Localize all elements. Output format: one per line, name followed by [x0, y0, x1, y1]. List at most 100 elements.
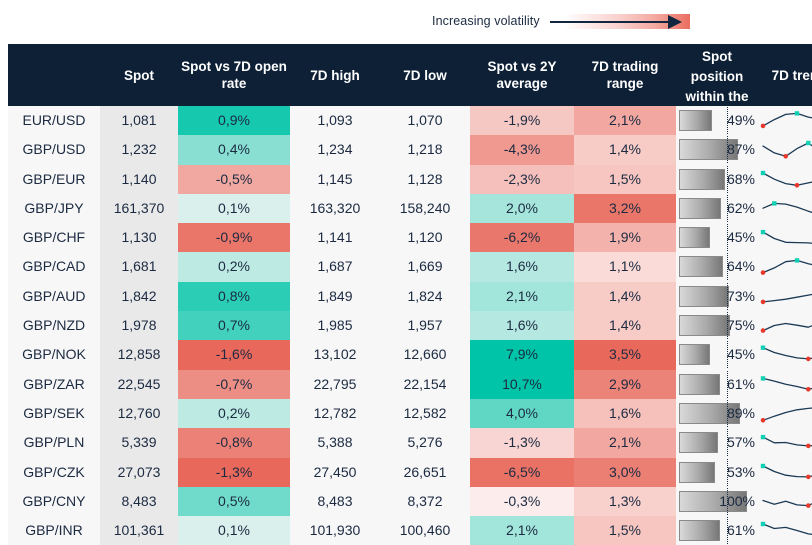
cell-spot-vs-7d-open: 0,1%	[178, 516, 290, 545]
cell-7d-high: 27,450	[290, 457, 380, 487]
cell-spot-vs-7d-open: 0,2%	[178, 252, 290, 282]
position-value: 53%	[726, 463, 755, 480]
cell-7d-trend	[758, 398, 812, 429]
cell-spot-vs-2y-average: 2,0%	[470, 193, 574, 224]
cell-7d-high: 1,849	[290, 281, 380, 312]
cell-spot-vs-7d-open: -1,3%	[178, 457, 290, 487]
table-row[interactable]: GBP/NZD 1,978 0,7% 1,985 1,957 1,6% 1,4% 75%	[8, 311, 812, 341]
col-header-spot-position[interactable]: Spot position within the	[676, 44, 758, 106]
table-row[interactable]: GBP/NOK 12,858 -1,6% 13,102 12,660 7,9% 3,5% 45…	[8, 340, 812, 370]
cell-spot: 5,339	[100, 428, 178, 458]
table-row[interactable]: GBP/AUD 1,842 0,8% 1,849 1,824 2,1% 1,4% 73%	[8, 281, 812, 312]
position-value: 73%	[726, 287, 755, 304]
cell-spot: 12,760	[100, 398, 178, 429]
cell-spot: 27,073	[100, 457, 178, 487]
cell-spot: 1,130	[100, 223, 178, 253]
sparkline-icon	[762, 499, 812, 508]
cell-spot: 1,681	[100, 252, 178, 282]
col-header-spot[interactable]: Spot	[100, 44, 178, 106]
cell-currency-pair: GBP/JPY	[8, 193, 100, 224]
cell-spot-vs-2y-average: 10,7%	[470, 369, 574, 399]
cell-currency-pair: GBP/CAD	[8, 252, 100, 282]
cell-7d-trading-range: 1,9%	[574, 223, 676, 253]
cell-7d-low: 158,240	[380, 193, 470, 224]
cell-7d-low: 1,070	[380, 106, 470, 136]
position-value: 75%	[726, 317, 755, 334]
table-row[interactable]: GBP/CZK 27,073 -1,3% 27,450 26,651 -6,5% 3,0% 5…	[8, 457, 812, 487]
table-row[interactable]: GBP/USD 1,232 0,4% 1,234 1,218 -4,3% 1,4% 87%	[8, 135, 812, 165]
position-bar	[679, 285, 729, 307]
cell-7d-trend	[758, 164, 812, 194]
cell-7d-high: 1,985	[290, 311, 380, 341]
col-header-7d-high[interactable]: 7D high	[290, 44, 380, 106]
cell-spot-vs-2y-average: 4,0%	[470, 398, 574, 429]
position-bar	[679, 110, 713, 131]
sparkline-icon	[760, 111, 812, 129]
fx-rates-table: Spot Spot vs 7D open rate 7D high 7D low…	[8, 44, 812, 545]
cell-7d-high: 163,320	[290, 193, 380, 224]
position-value: 62%	[726, 199, 755, 216]
cell-spot-vs-7d-open: 0,7%	[178, 311, 290, 341]
cell-spot-vs-2y-average: -6,5%	[470, 457, 574, 487]
sparkline-icon	[760, 345, 812, 362]
cell-spot-position: 61%	[676, 516, 758, 545]
cell-currency-pair: GBP/PLN	[8, 428, 100, 458]
cell-spot-position: 75%	[676, 311, 758, 341]
cell-7d-trading-range: 1,4%	[574, 311, 676, 341]
col-header-spot-vs-7d-open[interactable]: Spot vs 7D open rate	[178, 44, 290, 106]
position-value: 45%	[726, 346, 755, 363]
cell-7d-high: 12,782	[290, 398, 380, 429]
cell-spot: 1,081	[100, 106, 178, 136]
table-row[interactable]: GBP/JPY 161,370 0,1% 163,320 158,240 2,0% 3,2%…	[8, 193, 812, 224]
sparkline-icon	[760, 407, 812, 423]
cell-spot-position: 87%	[676, 135, 758, 165]
table-row[interactable]: GBP/CHF 1,130 -0,9% 1,141 1,120 -6,2% 1,9% 45%	[8, 223, 812, 253]
cell-spot: 1,978	[100, 311, 178, 341]
table-row[interactable]: GBP/SEK 12,760 0,2% 12,782 12,582 4,0% 1,6% 89%	[8, 398, 812, 429]
table-row[interactable]: EUR/USD 1,081 0,9% 1,093 1,070 -1,9% 2,1% 49%	[8, 106, 812, 136]
volatility-legend: Increasing volatility	[0, 8, 812, 38]
table-row[interactable]: GBP/PLN 5,339 -0,8% 5,388 5,276 -1,3% 2,1% 57%	[8, 428, 812, 458]
col-header-pair[interactable]	[8, 44, 100, 106]
cell-7d-high: 1,141	[290, 223, 380, 253]
table-row[interactable]: GBP/ZAR 22,545 -0,7% 22,795 22,154 10,7% 2,9% 6…	[8, 369, 812, 399]
cell-currency-pair: GBP/CZK	[8, 457, 100, 487]
position-bar	[679, 432, 718, 454]
cell-7d-high: 5,388	[290, 428, 380, 458]
cell-7d-low: 1,120	[380, 223, 470, 253]
cell-spot-position: 61%	[676, 369, 758, 399]
cell-7d-trend	[758, 340, 812, 370]
cell-7d-low: 1,957	[380, 311, 470, 341]
cell-spot: 12,858	[100, 340, 178, 370]
cell-7d-low: 12,582	[380, 398, 470, 429]
cell-spot-position: 89%	[676, 398, 758, 429]
cell-7d-low: 1,824	[380, 281, 470, 312]
cell-7d-trading-range: 3,2%	[574, 193, 676, 224]
cell-spot-vs-7d-open: -0,8%	[178, 428, 290, 458]
position-value: 61%	[726, 522, 755, 539]
cell-7d-trading-range: 2,9%	[574, 369, 676, 399]
cell-currency-pair: GBP/CHF	[8, 223, 100, 253]
position-value: 49%	[726, 112, 755, 128]
col-header-spot-vs-2y-average[interactable]: Spot vs 2Y average	[470, 44, 574, 106]
cell-spot: 22,545	[100, 369, 178, 399]
cell-7d-trend	[758, 106, 812, 136]
table-row[interactable]: GBP/EUR 1,140 -0,5% 1,145 1,128 -2,3% 1,5% 68%	[8, 164, 812, 194]
table-row[interactable]: GBP/CAD 1,681 0,2% 1,687 1,669 1,6% 1,1% 64%	[8, 252, 812, 282]
table-row[interactable]: GBP/INR 101,361 0,1% 101,930 100,460 2,1% 1,5%…	[8, 516, 812, 545]
cell-spot-vs-7d-open: -0,5%	[178, 164, 290, 194]
col-header-7d-low[interactable]: 7D low	[380, 44, 470, 106]
cell-7d-trading-range: 1,5%	[574, 164, 676, 194]
col-header-7d-trend[interactable]: 7D trend	[758, 44, 812, 106]
arrow-right-icon	[549, 12, 690, 30]
col-header-7d-trading-range[interactable]: 7D trading range	[574, 44, 676, 106]
legend-label: Increasing volatility	[432, 14, 540, 28]
cell-spot-vs-7d-open: -0,7%	[178, 369, 290, 399]
cell-7d-high: 101,930	[290, 516, 380, 545]
position-value: 45%	[726, 229, 755, 246]
cell-spot-vs-2y-average: -4,3%	[470, 135, 574, 165]
cell-7d-trend	[758, 281, 812, 312]
sparkline-icon	[760, 435, 812, 449]
cell-currency-pair: EUR/USD	[8, 106, 100, 136]
header-row: Spot Spot vs 7D open rate 7D high 7D low…	[8, 44, 812, 106]
